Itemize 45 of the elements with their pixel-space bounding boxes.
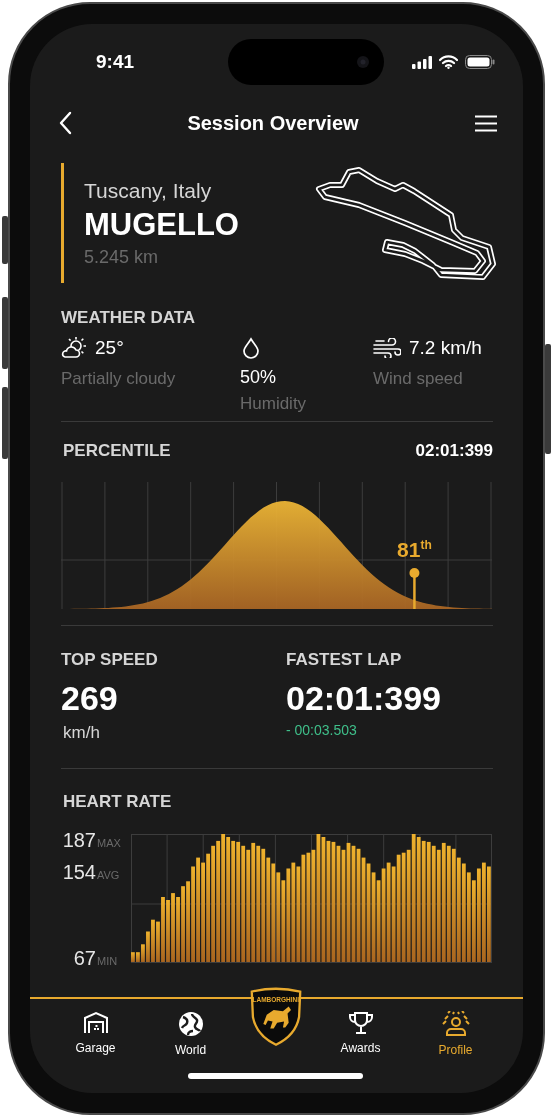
- track-name: MUGELLO: [84, 206, 239, 243]
- stat-unit: km/h: [62, 723, 100, 743]
- tab[interactable]: Garage: [60, 1011, 131, 1057]
- axis-value: 187: [61, 828, 96, 852]
- axis-note: MAX: [97, 836, 121, 849]
- stat-delta: - 00:03.503: [286, 722, 357, 738]
- weather-label: Partially cloudy: [61, 369, 177, 389]
- weather-value: 7.2 km/h: [409, 337, 482, 359]
- droplet-icon: [242, 337, 260, 359]
- axis-value: 67: [72, 946, 96, 970]
- section-title: HEART RATE: [62, 791, 173, 813]
- globe-icon: [177, 1011, 204, 1037]
- menu-icon: [474, 114, 498, 132]
- axis-note: MIN: [97, 954, 118, 967]
- weather-value: 50%: [240, 367, 277, 388]
- wifi-icon: [439, 55, 458, 69]
- stat-title: FASTEST LAP: [286, 649, 402, 671]
- section-title: PERCENTILE: [63, 441, 171, 461]
- profile-icon: [441, 1011, 470, 1037]
- signal-icon: [412, 55, 432, 69]
- stat-title: TOP SPEED: [61, 649, 158, 671]
- section-title: WEATHER DATA: [61, 307, 197, 329]
- tab[interactable]: Profile: [420, 1011, 491, 1057]
- camera-icon: [356, 55, 370, 69]
- tab[interactable]: Awards: [325, 1011, 396, 1057]
- axis-value: 154: [61, 861, 96, 884]
- stat-value: 269: [61, 678, 118, 718]
- partly-cloudy-icon: [61, 336, 87, 360]
- weather-label: Humidity: [240, 394, 307, 414]
- trophy-icon: [347, 1011, 374, 1035]
- tab[interactable]: World: [155, 1011, 226, 1057]
- garage-icon: [82, 1011, 109, 1035]
- stat-value: 02:01:399: [286, 678, 441, 718]
- track-region: Tuscany, Italy: [84, 178, 213, 203]
- track-length: 5.245 km: [84, 246, 160, 268]
- lap-time: 02:01:399: [415, 441, 493, 461]
- axis-note: AVG: [97, 869, 120, 881]
- battery-icon: [465, 55, 495, 69]
- weather-value: 25°: [95, 337, 124, 359]
- weather-label: Wind speed: [373, 369, 464, 389]
- percentile-label: 81$^{th}$: [397, 538, 432, 562]
- wind-icon: [373, 338, 401, 358]
- screen-title: Session Overview: [187, 111, 359, 135]
- back-icon: [58, 111, 72, 135]
- status-time: 9:41: [96, 51, 136, 73]
